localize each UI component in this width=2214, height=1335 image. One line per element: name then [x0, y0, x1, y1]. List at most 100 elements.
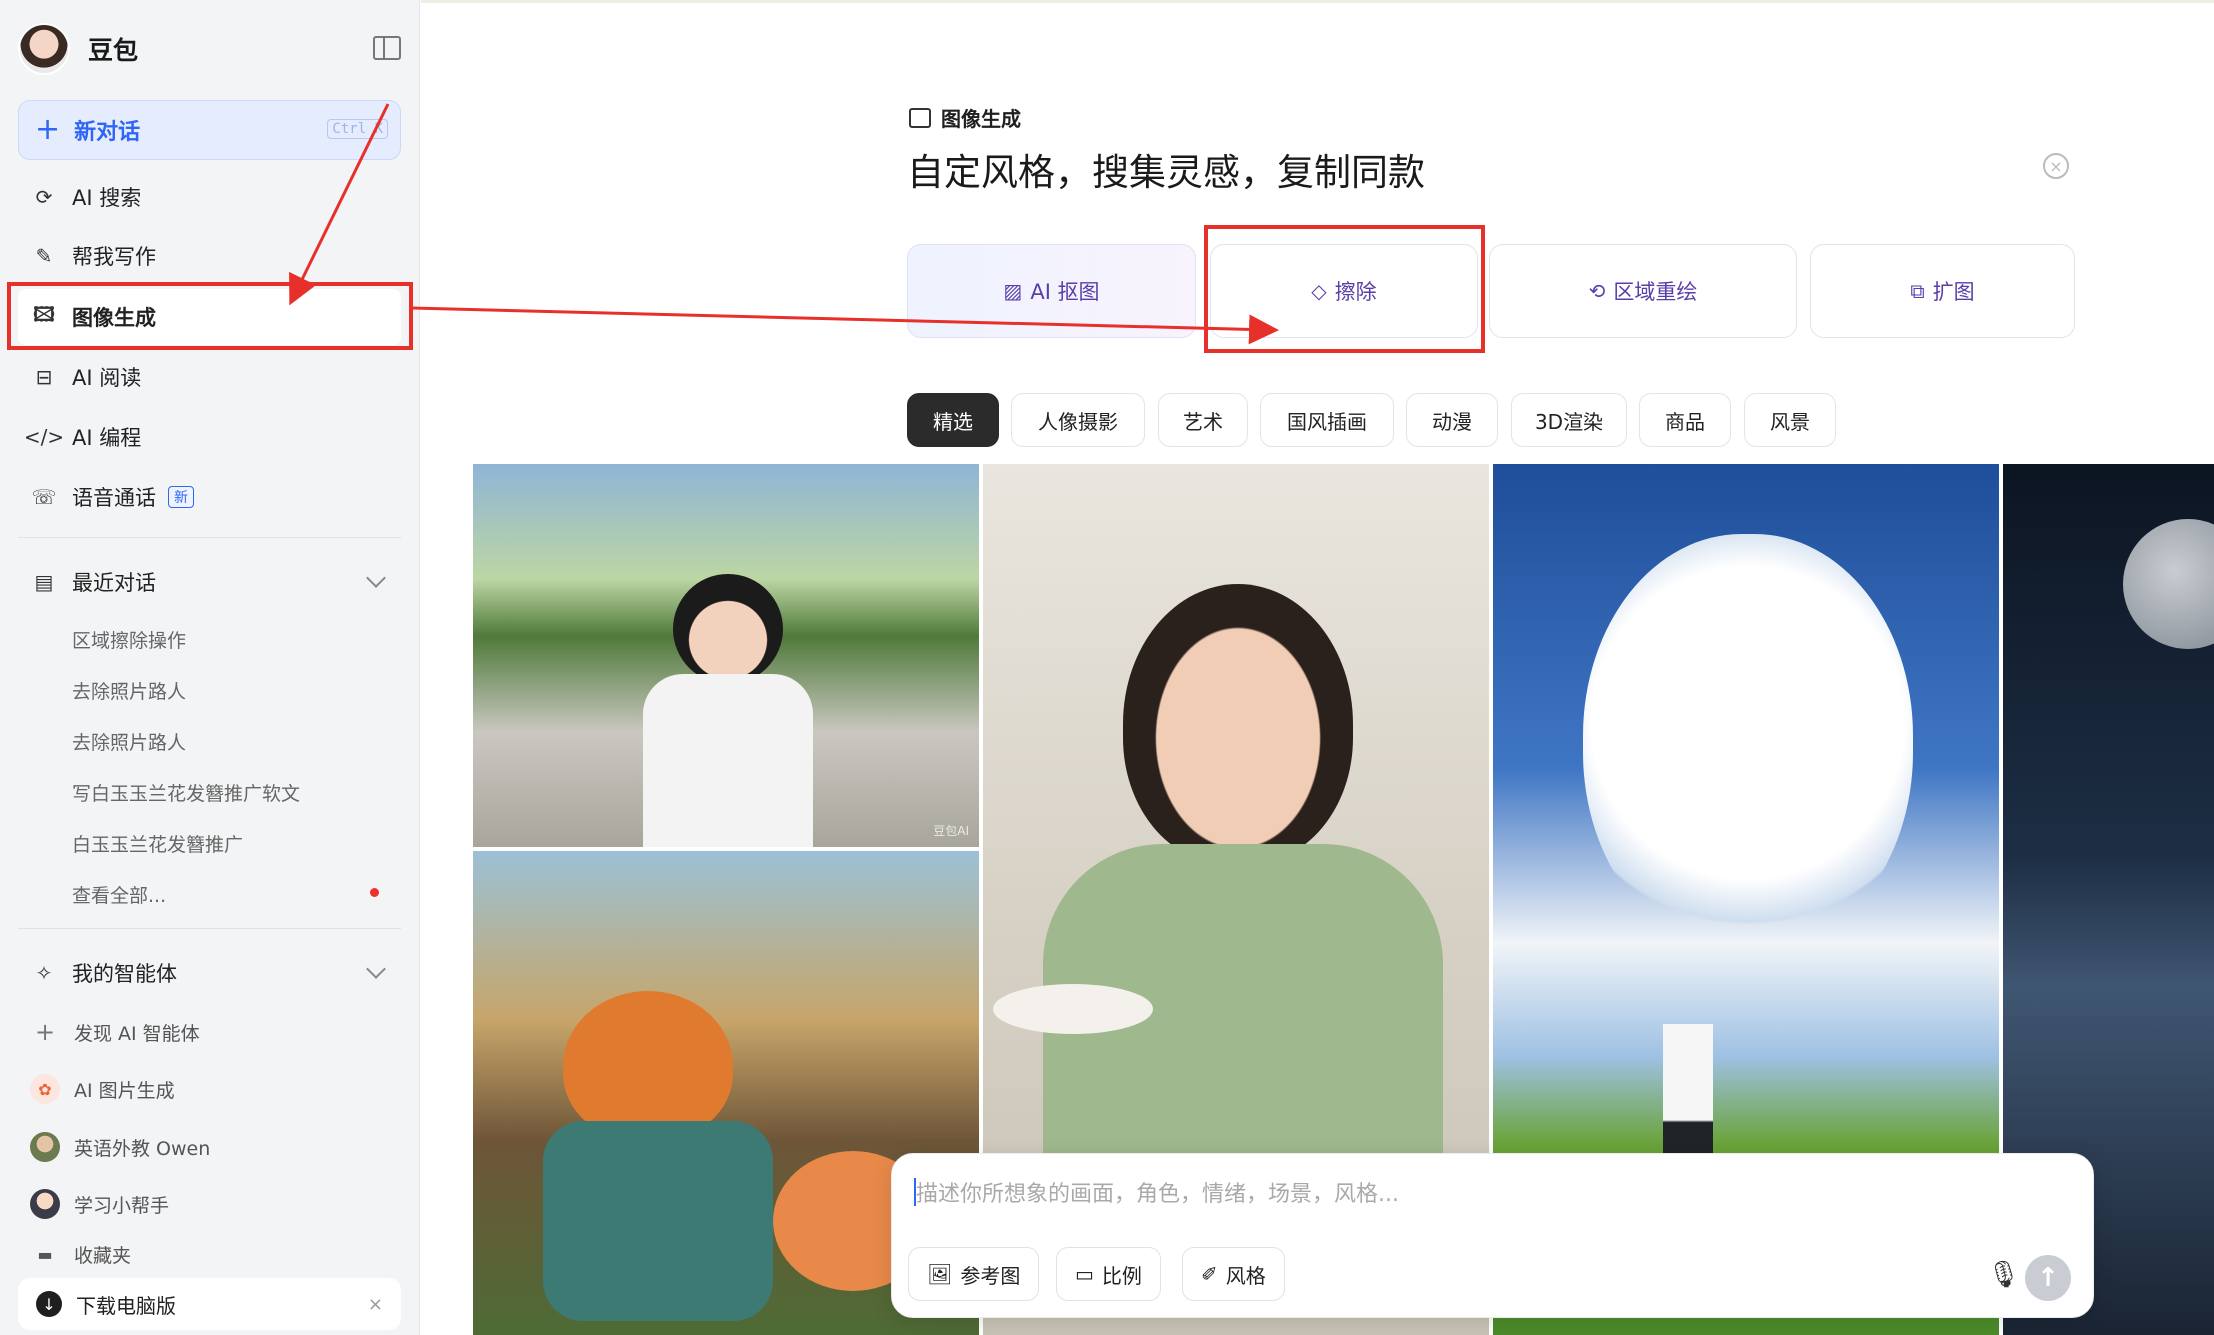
agent-ai-image[interactable]: ✿ AI 图片生成 — [30, 1067, 175, 1111]
agent-bookmarks[interactable]: ▬ 收藏夹 — [30, 1240, 131, 1268]
prompt-input[interactable]: 描述你所想象的画面，角色，情绪，场景，风格... — [916, 1176, 1399, 1208]
nav-writing[interactable]: ✎ 帮我写作 — [18, 228, 401, 284]
redraw-icon: ⟲ — [1588, 279, 1606, 303]
cloud — [1583, 534, 1913, 954]
app-avatar[interactable] — [18, 23, 70, 75]
annotation-box-nav — [7, 282, 413, 350]
portrait-figure — [673, 574, 783, 684]
send-button[interactable]: ↑ — [2025, 1255, 2071, 1301]
recent-item[interactable]: 去除照片路人 — [72, 728, 186, 755]
sidebar: 豆包 + 新对话 Ctrl K ⟳ AI 搜索 ✎ 帮我写作 🖾 图像生成 ⊟ … — [0, 0, 420, 1335]
recent-item[interactable]: 白玉玉兰花发簪推广 — [72, 830, 243, 857]
recent-item[interactable]: 去除照片路人 — [72, 677, 186, 704]
recent-item[interactable]: 写白玉玉兰花发簪推广软文 — [72, 779, 300, 806]
tool-expand[interactable]: ⧉ 扩图 — [1810, 244, 2075, 338]
category-chip[interactable]: 人像摄影 — [1011, 393, 1145, 447]
headline: 自定风格，搜集灵感，复制同款 — [907, 151, 1425, 194]
ai-image-icon: ✿ — [30, 1074, 60, 1104]
search-refresh-icon: ⟳ — [35, 185, 53, 209]
nav-label: AI 阅读 — [72, 366, 142, 390]
close-icon[interactable]: × — [368, 1294, 383, 1315]
category-chip[interactable]: 商品 — [1639, 393, 1731, 447]
new-badge: 新 — [168, 486, 194, 508]
nav-ai-search[interactable]: ⟳ AI 搜索 — [18, 169, 401, 225]
agent-label: 学习小帮手 — [74, 1194, 170, 1217]
recent-item[interactable]: 区域擦除操作 — [72, 626, 186, 653]
ratio-icon: ▭ — [1075, 1262, 1094, 1286]
category-chip[interactable]: 精选 — [907, 393, 999, 447]
watermark: 豆包AI — [933, 824, 969, 838]
gallery-image-school-girl[interactable]: 豆包AI — [473, 464, 979, 847]
download-icon: ↓ — [36, 1291, 62, 1317]
view-all-link[interactable]: 查看全部... — [72, 881, 166, 908]
code-icon: </> — [23, 425, 65, 449]
agent-label: 英语外教 Owen — [74, 1137, 211, 1160]
mode-label: 图像生成 — [909, 103, 1021, 132]
cutout-icon: ▨ — [1003, 279, 1023, 303]
recent-chats-header[interactable]: ▤ 最近对话 — [18, 557, 401, 607]
expand-icon: ⧉ — [1910, 279, 1925, 303]
tool-ai-cutout[interactable]: ▨ AI 抠图 — [907, 244, 1196, 338]
book-icon: ⊟ — [35, 365, 53, 389]
category-chip[interactable]: 国风插画 — [1260, 393, 1394, 447]
agent-helper[interactable]: 学习小帮手 — [30, 1182, 169, 1226]
agent-discover[interactable]: + 发现 AI 智能体 — [30, 1010, 200, 1054]
new-chat-button[interactable]: + 新对话 Ctrl K — [18, 100, 401, 160]
download-desktop-button[interactable]: ↓ 下载电脑版 × — [18, 1278, 401, 1330]
agent-label: 发现 AI 智能体 — [74, 1022, 200, 1045]
style-button[interactable]: ✐ 风格 — [1182, 1247, 1285, 1301]
sidebar-header: 豆包 — [18, 18, 401, 80]
sparkle-icon: ✧ — [35, 961, 53, 985]
divider — [18, 537, 401, 538]
tool-region-redraw[interactable]: ⟲ 区域重绘 — [1489, 244, 1797, 338]
close-icon[interactable]: × — [2043, 153, 2069, 179]
nav-ai-code[interactable]: </> AI 编程 — [18, 409, 401, 465]
download-label: 下载电脑版 — [76, 1293, 176, 1318]
unread-dot — [370, 888, 379, 897]
fox-head — [563, 991, 733, 1141]
annotation-box-erase — [1204, 225, 1485, 353]
tool-label: 扩图 — [1932, 280, 1975, 304]
my-agents-header[interactable]: ✧ 我的智能体 — [18, 948, 401, 998]
owen-avatar-icon — [30, 1132, 60, 1162]
sidebar-collapse-icon[interactable] — [373, 36, 401, 60]
tool-label: AI 抠图 — [1030, 280, 1100, 304]
ratio-button[interactable]: ▭ 比例 — [1056, 1247, 1161, 1301]
agent-owen[interactable]: 英语外教 Owen — [30, 1125, 210, 1169]
new-chat-label: 新对话 — [74, 120, 141, 145]
agent-label: AI 图片生成 — [74, 1079, 175, 1102]
shortcut-hint: Ctrl K — [327, 119, 388, 139]
nav-label: 语音通话 — [72, 486, 156, 510]
helper-avatar-icon — [30, 1189, 60, 1219]
pen-icon: ✎ — [35, 244, 53, 268]
fox-robe — [543, 1121, 773, 1321]
mode-label-text: 图像生成 — [941, 107, 1021, 131]
tool-label: 区域重绘 — [1613, 280, 1698, 304]
phone-icon: ☏ — [31, 485, 57, 509]
section-title: 最近对话 — [72, 571, 156, 595]
top-border — [421, 0, 2214, 3]
uniform-shape — [643, 674, 813, 847]
chevron-down-icon[interactable] — [366, 959, 386, 979]
reference-image-button[interactable]: 🖼 参考图 — [908, 1247, 1040, 1301]
nav-label: 帮我写作 — [72, 245, 156, 269]
category-chip[interactable]: 3D渲染 — [1511, 393, 1627, 447]
moon — [2123, 519, 2214, 649]
category-chip[interactable]: 风景 — [1744, 393, 1836, 447]
image-gen-icon — [909, 107, 931, 128]
category-chip[interactable]: 动漫 — [1406, 393, 1498, 447]
nav-voice-call[interactable]: ☏ 语音通话 新 — [18, 469, 401, 525]
main-panel: 图像生成 自定风格，搜集灵感，复制同款 × ▨ AI 抠图 ◇ 擦除 ⟲ 区域重… — [421, 0, 2214, 1335]
plus-icon: + — [34, 1018, 56, 1046]
microphone-icon[interactable]: 🎙 — [1987, 1260, 2020, 1290]
chevron-down-icon[interactable] — [366, 568, 386, 588]
divider — [18, 928, 401, 929]
nav-label: AI 编程 — [72, 426, 142, 450]
button-label: 风格 — [1225, 1263, 1266, 1288]
category-chip[interactable]: 艺术 — [1158, 393, 1248, 447]
woman-face — [1123, 584, 1353, 864]
bookmark-icon: ▬ — [37, 1244, 53, 1264]
section-title: 我的智能体 — [72, 962, 177, 986]
plus-icon: + — [35, 112, 61, 147]
nav-ai-read[interactable]: ⊟ AI 阅读 — [18, 349, 401, 405]
